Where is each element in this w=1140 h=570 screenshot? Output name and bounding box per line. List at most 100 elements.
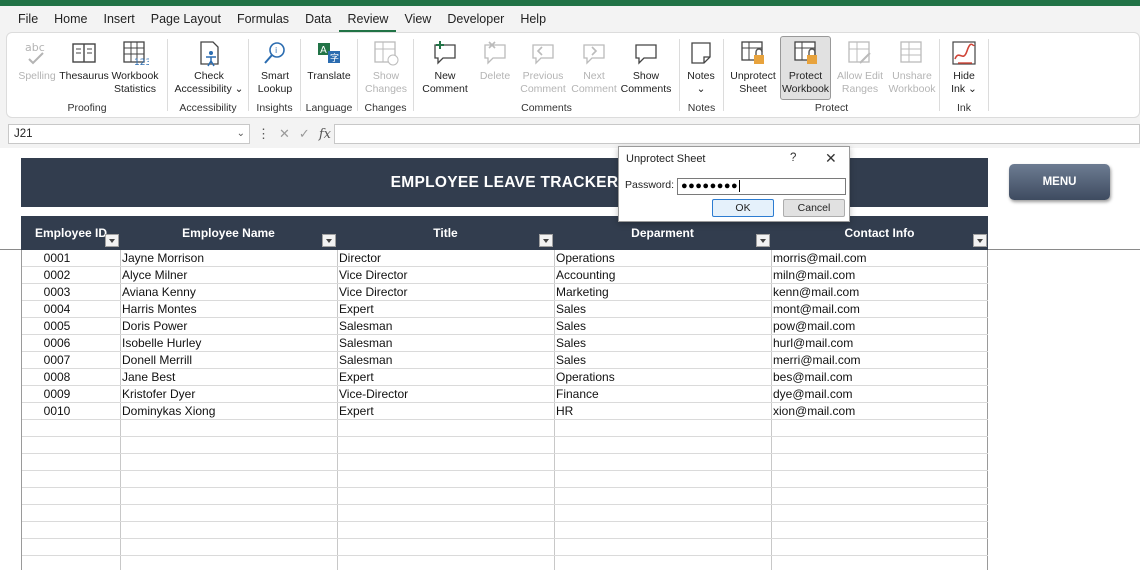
table-row[interactable] xyxy=(22,454,988,471)
previous-comment-button[interactable]: Previous Comment xyxy=(518,36,568,100)
enter-icon[interactable]: ✓ xyxy=(299,126,310,142)
tab-review[interactable]: Review xyxy=(339,6,397,32)
table-cell[interactable]: merri@mail.com xyxy=(773,352,986,369)
table-row[interactable]: 0002 Alyce Milner Vice Director Accounting m… xyxy=(22,267,988,284)
workbook-statistics-button[interactable]: 123 Workbook Statistics xyxy=(109,36,161,100)
table-cell[interactable]: miln@mail.com xyxy=(773,267,986,284)
filter-dropdown-icon[interactable] xyxy=(105,234,119,247)
unshare-workbook-button[interactable]: Unshare Workbook xyxy=(887,36,937,100)
table-cell[interactable]: bes@mail.com xyxy=(773,369,986,386)
translate-button[interactable]: A字 Translate xyxy=(305,36,353,100)
table-cell[interactable]: Accounting xyxy=(556,267,769,284)
filter-dropdown-icon[interactable] xyxy=(973,234,987,247)
table-cell[interactable]: Finance xyxy=(556,386,769,403)
tab-file[interactable]: File xyxy=(10,6,46,32)
table-cell[interactable]: 0002 xyxy=(24,267,120,284)
show-comments-button[interactable]: Show Comments xyxy=(619,36,673,100)
table-cell[interactable]: 0001 xyxy=(24,250,120,267)
table-cell[interactable]: Jayne Morrison xyxy=(122,250,335,267)
unprotect-sheet-button[interactable]: Unprotect Sheet xyxy=(728,36,778,100)
table-cell[interactable]: Alyce Milner xyxy=(122,267,335,284)
smart-lookup-button[interactable]: i Smart Lookup xyxy=(253,36,297,100)
table-cell[interactable]: xion@mail.com xyxy=(773,403,986,420)
next-comment-button[interactable]: Next Comment xyxy=(569,36,619,100)
table-cell[interactable]: Harris Montes xyxy=(122,301,335,318)
allow-edit-ranges-button[interactable]: Allow Edit Ranges xyxy=(834,36,886,100)
table-cell[interactable]: 0006 xyxy=(24,335,120,352)
table-cell[interactable]: dye@mail.com xyxy=(773,386,986,403)
table-cell[interactable]: 0004 xyxy=(24,301,120,318)
table-cell[interactable]: Salesman xyxy=(339,318,552,335)
table-cell[interactable]: 0009 xyxy=(24,386,120,403)
table-cell[interactable]: HR xyxy=(556,403,769,420)
table-cell[interactable]: 0008 xyxy=(24,369,120,386)
table-cell[interactable]: 0010 xyxy=(24,403,120,420)
name-box[interactable]: J21 ⌄ xyxy=(8,124,250,144)
close-icon[interactable]: ✕ xyxy=(825,150,837,167)
table-cell[interactable]: morris@mail.com xyxy=(773,250,986,267)
table-row[interactable]: 0007 Donell Merrill Salesman Sales merri@mai… xyxy=(22,352,988,369)
table-row[interactable] xyxy=(22,437,988,454)
table-cell[interactable]: Director xyxy=(339,250,552,267)
hide-ink-button[interactable]: Hide Ink ⌄ xyxy=(944,36,984,100)
tab-help[interactable]: Help xyxy=(512,6,554,32)
ok-button[interactable]: OK xyxy=(712,199,774,217)
table-cell[interactable]: Salesman xyxy=(339,352,552,369)
table-row[interactable]: 0005 Doris Power Salesman Sales pow@mail.com xyxy=(22,318,988,335)
table-row[interactable]: 0004 Harris Montes Expert Sales mont@mail.co… xyxy=(22,301,988,318)
table-row[interactable]: 0001 Jayne Morrison Director Operations morr… xyxy=(22,250,988,267)
notes-button[interactable]: Notes ⌄ xyxy=(682,36,720,100)
table-cell[interactable]: mont@mail.com xyxy=(773,301,986,318)
filter-dropdown-icon[interactable] xyxy=(756,234,770,247)
cancel-icon[interactable]: ✕ xyxy=(279,126,290,142)
filter-dropdown-icon[interactable] xyxy=(322,234,336,247)
thesaurus-button[interactable]: Thesaurus xyxy=(59,36,109,100)
tab-page-layout[interactable]: Page Layout xyxy=(143,6,229,32)
table-row[interactable]: 0006 Isobelle Hurley Salesman Sales hurl@mai… xyxy=(22,335,988,352)
tab-home[interactable]: Home xyxy=(46,6,95,32)
table-cell[interactable]: Jane Best xyxy=(122,369,335,386)
table-cell[interactable]: Sales xyxy=(556,301,769,318)
table-cell[interactable]: kenn@mail.com xyxy=(773,284,986,301)
show-changes-button[interactable]: Show Changes xyxy=(362,36,410,100)
tab-formulas[interactable]: Formulas xyxy=(229,6,297,32)
table-row[interactable]: 0003 Aviana Kenny Vice Director Marketing ke… xyxy=(22,284,988,301)
table-row[interactable] xyxy=(22,420,988,437)
table-cell[interactable]: Salesman xyxy=(339,335,552,352)
more-options-icon[interactable]: ⋮ xyxy=(257,126,270,142)
insert-function-icon[interactable]: fx xyxy=(319,127,331,142)
delete-comment-button[interactable]: Delete xyxy=(472,36,518,100)
table-cell[interactable]: Sales xyxy=(556,318,769,335)
menu-button[interactable]: MENU xyxy=(1009,164,1110,200)
help-icon[interactable]: ? xyxy=(790,152,796,164)
table-row[interactable] xyxy=(22,488,988,505)
table-cell[interactable]: Vice Director xyxy=(339,284,552,301)
tab-view[interactable]: View xyxy=(396,6,439,32)
table-row[interactable] xyxy=(22,505,988,522)
table-cell[interactable]: Doris Power xyxy=(122,318,335,335)
table-cell[interactable]: Expert xyxy=(339,403,552,420)
password-field[interactable]: ●●●●●●●● xyxy=(677,178,846,195)
table-cell[interactable]: Isobelle Hurley xyxy=(122,335,335,352)
table-cell[interactable]: Expert xyxy=(339,301,552,318)
formula-input[interactable] xyxy=(334,124,1140,144)
table-cell[interactable]: Vice-Director xyxy=(339,386,552,403)
new-comment-button[interactable]: New Comment xyxy=(420,36,470,100)
table-cell[interactable]: Vice Director xyxy=(339,267,552,284)
table-cell[interactable]: Kristofer Dyer xyxy=(122,386,335,403)
spelling-button[interactable]: abc Spelling xyxy=(15,36,59,100)
table-row[interactable]: 0008 Jane Best Expert Operations bes@mail.co… xyxy=(22,369,988,386)
table-cell[interactable]: Sales xyxy=(556,335,769,352)
chevron-down-icon[interactable]: ⌄ xyxy=(237,125,245,143)
table-cell[interactable]: Aviana Kenny xyxy=(122,284,335,301)
filter-dropdown-icon[interactable] xyxy=(539,234,553,247)
table-cell[interactable]: Expert xyxy=(339,369,552,386)
table-row[interactable] xyxy=(22,522,988,539)
table-row[interactable]: 0009 Kristofer Dyer Vice-Director Finance dy… xyxy=(22,386,988,403)
table-cell[interactable]: hurl@mail.com xyxy=(773,335,986,352)
check-accessibility-button[interactable]: Check Accessibility ⌄ xyxy=(172,36,246,100)
table-row[interactable] xyxy=(22,556,988,570)
table-row[interactable] xyxy=(22,471,988,488)
table-cell[interactable]: 0007 xyxy=(24,352,120,369)
table-cell[interactable]: 0003 xyxy=(24,284,120,301)
